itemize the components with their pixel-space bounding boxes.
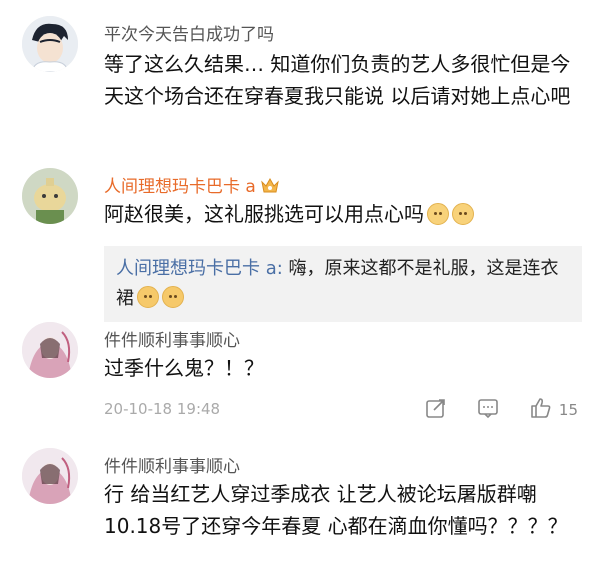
comment-icon (477, 397, 499, 423)
like-count: 15 (558, 401, 578, 419)
comment-timestamp: 20-10-18 19:48 (104, 400, 221, 418)
emoji-icon (137, 286, 159, 308)
like-button[interactable]: 15 (529, 396, 578, 424)
reply-preview[interactable]: 人间理想玛卡巴卡 a: 嗨，原来这都不是礼服，这是连衣裙 (104, 246, 582, 322)
avatar[interactable] (22, 322, 78, 378)
avatar[interactable] (22, 168, 78, 224)
comment-text: 行 给当红艺人穿过季成衣 让艺人被论坛屠版群嘲10.18号了还穿今年春夏 心都在… (104, 482, 568, 538)
thumbs-up-icon (529, 396, 553, 424)
reply-username[interactable]: 人间理想玛卡巴卡 a: (116, 258, 283, 279)
emoji-icon (162, 286, 184, 308)
comment-text: 过季什么鬼？！？ (104, 356, 264, 380)
crown-badge-icon (260, 176, 280, 194)
avatar[interactable] (22, 448, 78, 504)
comment-text: 阿赵很美，这礼服挑选可以用点心吗 (104, 198, 584, 230)
comment-actions: 15 (425, 396, 578, 424)
emoji-icon (452, 203, 474, 225)
share-button[interactable] (425, 397, 447, 423)
emoji-icon (427, 203, 449, 225)
comment-text: 等了这么久结果… 知道你们负责的艺人多很忙但是今天这个场合还在穿春夏我只能说 以… (104, 52, 571, 108)
comment-button[interactable] (477, 397, 499, 423)
comment-username[interactable]: 人间理想玛卡巴卡 a (104, 172, 280, 197)
comment-text-content: 阿赵很美，这礼服挑选可以用点心吗 (104, 202, 424, 226)
comment-username[interactable]: 件件顺利事事顺心 (104, 452, 240, 477)
username-text[interactable]: 人间理想玛卡巴卡 a (104, 177, 256, 197)
avatar[interactable] (22, 16, 78, 72)
share-icon (425, 397, 447, 423)
comment-username[interactable]: 件件顺利事事顺心 (104, 326, 240, 351)
comment-username[interactable]: 平次今天告白成功了吗 (104, 20, 274, 45)
